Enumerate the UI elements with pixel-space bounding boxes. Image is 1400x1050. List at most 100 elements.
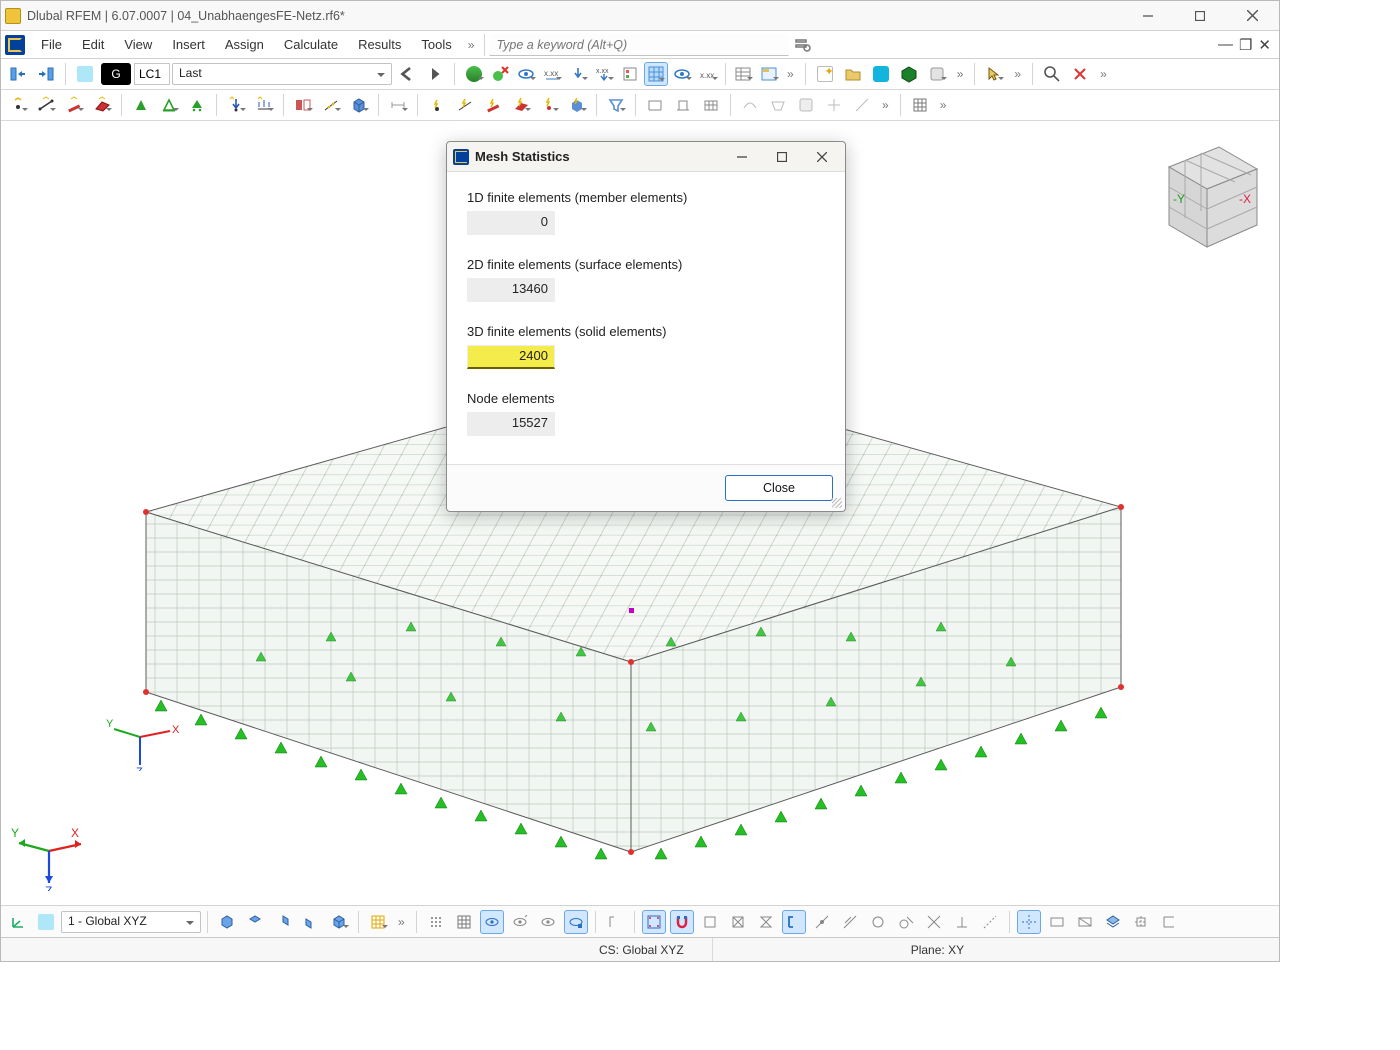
- frame1-icon[interactable]: [643, 93, 667, 117]
- bolt-node-icon[interactable]: [425, 93, 449, 117]
- load-line-icon[interactable]: [252, 93, 276, 117]
- result-delete-icon[interactable]: [488, 62, 512, 86]
- dialog-maximize-button[interactable]: [765, 144, 799, 170]
- load-node-icon[interactable]: [224, 93, 248, 117]
- bolt-line-icon[interactable]: [453, 93, 477, 117]
- cs-icon[interactable]: [6, 910, 30, 934]
- surface-icon[interactable]: [90, 93, 114, 117]
- search-input[interactable]: [489, 34, 789, 56]
- menu-edit[interactable]: Edit: [72, 34, 114, 55]
- arrow-down-icon[interactable]: [566, 62, 590, 86]
- osnap-circle-icon[interactable]: [866, 910, 890, 934]
- legend-icon[interactable]: [618, 62, 642, 86]
- snap-eye1-icon[interactable]: [480, 910, 504, 934]
- dialog-close-action-button[interactable]: Close: [725, 475, 833, 501]
- snap-dots-icon[interactable]: [424, 910, 448, 934]
- osnap-grid-icon[interactable]: [642, 910, 666, 934]
- menu-view[interactable]: View: [114, 34, 162, 55]
- zoom-search-icon[interactable]: [1040, 62, 1064, 86]
- loadcase-prev-icon[interactable]: [395, 62, 419, 86]
- menu-insert[interactable]: Insert: [162, 34, 215, 55]
- result-green-icon[interactable]: [462, 62, 486, 86]
- menu-results[interactable]: Results: [348, 34, 411, 55]
- frame3-icon[interactable]: [699, 93, 723, 117]
- loadcase-palette-icon[interactable]: [73, 62, 97, 86]
- solid-box-icon[interactable]: [347, 93, 371, 117]
- text-arrow-icon[interactable]: x.xx: [592, 62, 616, 86]
- cloud-sync-icon[interactable]: [869, 62, 893, 86]
- cell-format-icon[interactable]: [757, 62, 781, 86]
- dim-icon[interactable]: [386, 93, 410, 117]
- eye2-icon[interactable]: [670, 62, 694, 86]
- toolbar1-overflow2-icon[interactable]: »: [952, 67, 969, 81]
- filter-icon[interactable]: [604, 93, 628, 117]
- menu-tools[interactable]: Tools: [411, 34, 461, 55]
- menu-calculate[interactable]: Calculate: [274, 34, 348, 55]
- snap-eye4-icon[interactable]: [564, 910, 588, 934]
- gray-icon3[interactable]: [794, 93, 818, 117]
- snap-grid-icon[interactable]: [452, 910, 476, 934]
- frame2-icon[interactable]: [671, 93, 695, 117]
- loadcase-id-input[interactable]: [134, 63, 170, 85]
- osnap-intersect-icon[interactable]: [922, 910, 946, 934]
- cs-palette-icon[interactable]: [34, 910, 58, 934]
- ortho-guides-icon[interactable]: [1129, 910, 1153, 934]
- snap-eye3-icon[interactable]: [536, 910, 560, 934]
- support2-icon[interactable]: [157, 93, 181, 117]
- bolt-member-icon[interactable]: [481, 93, 505, 117]
- text2-icon[interactable]: x.xx: [696, 62, 720, 86]
- view-iso1-icon[interactable]: [215, 910, 239, 934]
- package-icon[interactable]: [897, 62, 921, 86]
- restore-child-icon[interactable]: ❐: [1239, 36, 1252, 54]
- grid-toggle-icon[interactable]: [644, 62, 668, 86]
- support3-icon[interactable]: [185, 93, 209, 117]
- copy-mirror-icon[interactable]: [291, 93, 315, 117]
- osnap-guide-icon[interactable]: [978, 910, 1002, 934]
- mesh-cfg-icon[interactable]: [366, 910, 390, 934]
- menu-overflow-icon[interactable]: »: [462, 38, 481, 52]
- osnap-rect-icon[interactable]: [698, 910, 722, 934]
- brand-icon[interactable]: [5, 35, 25, 55]
- resize-grip-icon[interactable]: [832, 498, 842, 508]
- snap-eye2-icon[interactable]: [508, 910, 532, 934]
- ortho-rect-icon[interactable]: [1045, 910, 1069, 934]
- toolbar2-overflow-icon[interactable]: »: [877, 98, 894, 112]
- osnap-diag-icon[interactable]: [726, 910, 750, 934]
- layers-icon[interactable]: [1101, 910, 1125, 934]
- panel-right-icon[interactable]: [34, 62, 58, 86]
- addon-icon[interactable]: [925, 62, 949, 86]
- osnap-perp2-icon[interactable]: [950, 910, 974, 934]
- close-button[interactable]: [1229, 1, 1275, 31]
- grid-settings-icon[interactable]: [908, 93, 932, 117]
- navigation-cube[interactable]: -X -Y: [1139, 127, 1269, 257]
- gray-icon5[interactable]: [850, 93, 874, 117]
- dialog-close-button[interactable]: [805, 144, 839, 170]
- osnap-magnet-icon[interactable]: [670, 910, 694, 934]
- ortho-rect2-icon[interactable]: [1073, 910, 1097, 934]
- toolbar3-overflow-icon[interactable]: »: [393, 915, 410, 929]
- toolbar2-overflow2-icon[interactable]: »: [935, 98, 952, 112]
- dialog-minimize-button[interactable]: [725, 144, 759, 170]
- select-pointer-icon[interactable]: [982, 62, 1006, 86]
- text-label-icon[interactable]: x.xx: [540, 62, 564, 86]
- new-model-icon[interactable]: ✦: [813, 62, 837, 86]
- osnap-tangent-icon[interactable]: [894, 910, 918, 934]
- loadcase-dropdown[interactable]: Last: [172, 63, 392, 85]
- gray-icon4[interactable]: [822, 93, 846, 117]
- divide-node-icon[interactable]: [319, 93, 343, 117]
- view-iso3-icon[interactable]: [271, 910, 295, 934]
- toolbar1-overflow-icon[interactable]: »: [782, 67, 799, 81]
- view-iso5-icon[interactable]: [327, 910, 351, 934]
- bolt-point-icon[interactable]: [537, 93, 561, 117]
- eye-icon[interactable]: [514, 62, 538, 86]
- menu-file[interactable]: File: [31, 34, 72, 55]
- table-icon[interactable]: [731, 62, 755, 86]
- gray-icon2[interactable]: [766, 93, 790, 117]
- coordinate-system-dropdown[interactable]: 1 - Global XYZ: [61, 911, 201, 933]
- clear-search-icon[interactable]: [1068, 62, 1092, 86]
- menu-assign[interactable]: Assign: [215, 34, 274, 55]
- bolt-surf-icon[interactable]: [509, 93, 533, 117]
- toolbar1-overflow4-icon[interactable]: »: [1095, 67, 1112, 81]
- minimize-child-icon[interactable]: —: [1218, 36, 1233, 54]
- osnap-mid-icon[interactable]: [810, 910, 834, 934]
